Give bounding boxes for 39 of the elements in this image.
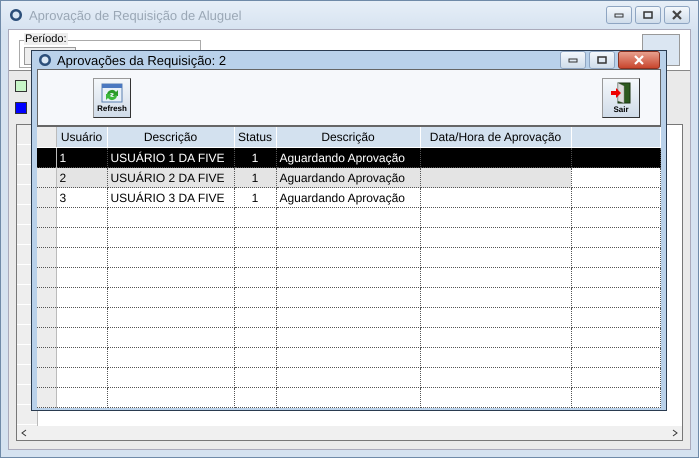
column-header[interactable]: Data/Hora de Aprovação — [420, 127, 571, 148]
maximize-button[interactable] — [589, 51, 615, 69]
exit-icon — [610, 82, 632, 104]
table-cell: Aguardando Aprovação — [276, 168, 420, 188]
maximize-icon — [643, 11, 653, 19]
minimize-button[interactable] — [560, 51, 586, 69]
table-cell: Aguardando Aprovação — [276, 148, 420, 168]
close-button[interactable] — [618, 51, 660, 69]
minimize-icon — [614, 12, 624, 18]
column-header[interactable]: Usuário — [56, 127, 107, 148]
refresh-icon — [101, 82, 123, 102]
maximize-button[interactable] — [635, 6, 661, 24]
close-icon — [633, 55, 645, 65]
close-icon — [671, 10, 683, 20]
app-icon — [9, 8, 23, 22]
column-header[interactable]: Status — [234, 127, 276, 148]
table-cell: 1 — [234, 168, 276, 188]
table-cell: Aguardando Aprovação — [276, 188, 420, 208]
column-header[interactable]: Descrição — [107, 127, 234, 148]
minimize-button[interactable] — [606, 6, 632, 24]
refresh-button[interactable]: Refresh — [93, 78, 131, 118]
table-cell: 3 — [56, 188, 107, 208]
app-icon — [38, 53, 52, 67]
table-cell: USUÁRIO 3 DA FIVE — [107, 188, 234, 208]
table-cell: 1 — [56, 148, 107, 168]
table-cell: 1 — [234, 148, 276, 168]
table-cell: 1 — [234, 188, 276, 208]
exit-button[interactable]: Sair — [602, 78, 640, 118]
dialog-title: Aprovações da Requisição: 2 — [57, 52, 226, 68]
horizontal-scrollbar[interactable] — [17, 426, 682, 440]
window-title: Aprovação de Requisição de Aluguel — [29, 8, 242, 22]
period-label: Período: — [24, 33, 68, 45]
minimize-icon — [568, 57, 578, 63]
column-header[interactable]: Descrição — [276, 127, 420, 148]
table-cell: USUÁRIO 2 DA FIVE — [107, 168, 234, 188]
close-button[interactable] — [664, 6, 690, 24]
maximize-icon — [597, 56, 607, 64]
table-cell: USUÁRIO 1 DA FIVE — [107, 148, 234, 168]
table-cell: 2 — [56, 168, 107, 188]
